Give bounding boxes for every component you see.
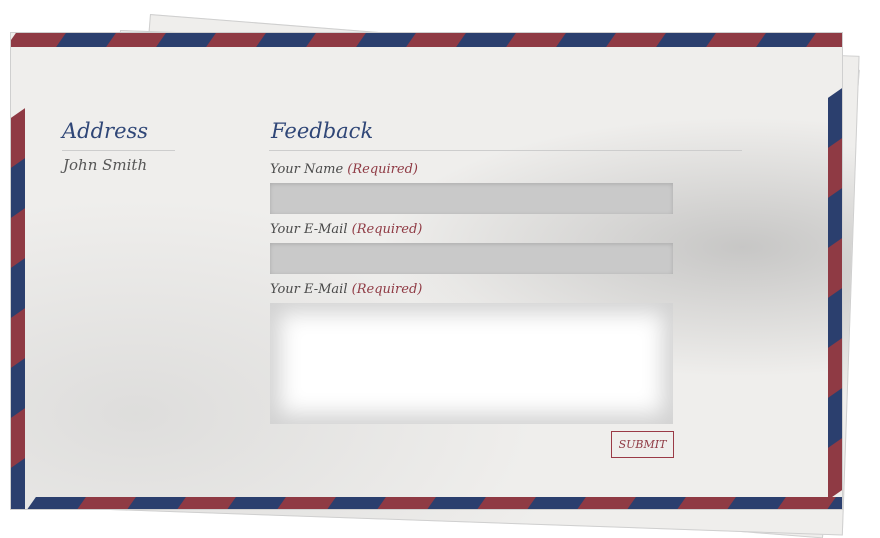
airmail-stripe	[11, 458, 25, 509]
envelope-front: Address John Smith Feedback Your Name (R…	[10, 32, 843, 510]
address-name: John Smith	[63, 156, 148, 174]
name-field-label: Your Name (Required)	[270, 162, 418, 177]
email-input[interactable]	[270, 243, 673, 274]
feedback-heading: Feedback	[271, 119, 374, 143]
address-divider	[62, 150, 175, 151]
feedback-divider	[269, 150, 742, 151]
name-input[interactable]	[270, 183, 673, 214]
message-field-label: Your E-Mail (Required)	[270, 282, 423, 297]
required-marker: (Required)	[351, 222, 423, 237]
required-marker: (Required)	[347, 162, 418, 177]
airmail-stripe	[828, 438, 842, 500]
submit-button[interactable]: SUBMIT	[611, 431, 674, 458]
address-heading: Address	[62, 119, 149, 143]
message-textarea[interactable]	[270, 303, 673, 424]
required-marker: (Required)	[351, 282, 423, 297]
email-field-label: Your E-Mail (Required)	[270, 222, 423, 237]
